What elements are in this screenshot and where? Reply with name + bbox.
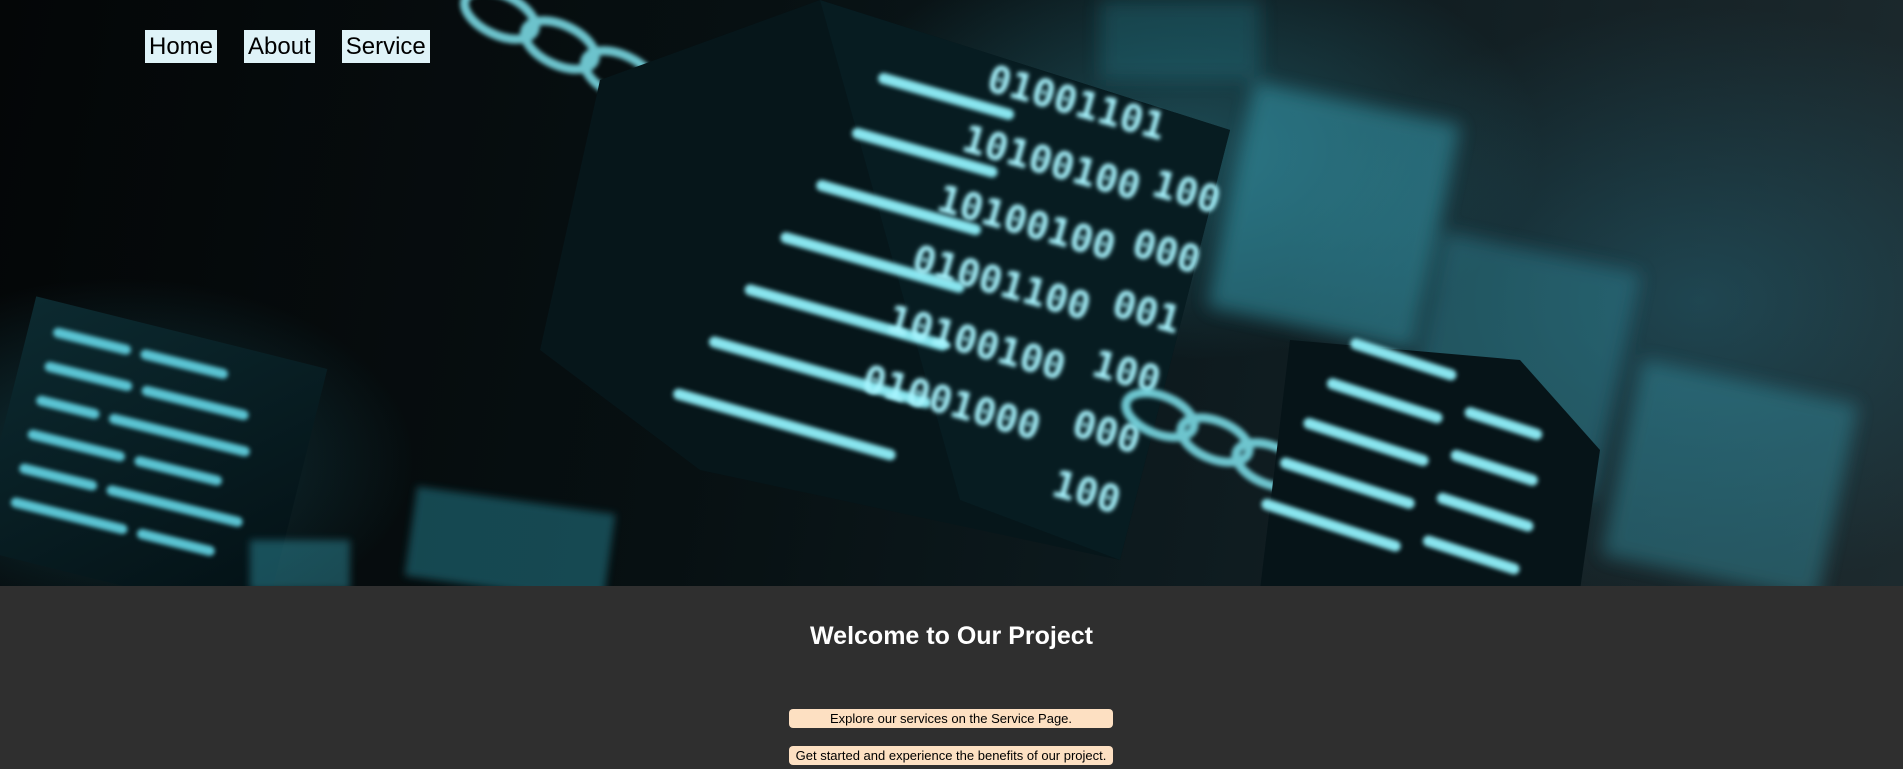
- page-title: Welcome to Our Project: [810, 622, 1093, 650]
- info-line-services: Explore our services on the Service Page…: [789, 709, 1113, 728]
- nav-service-link[interactable]: Service: [341, 30, 430, 63]
- blockchain-illustration: 01001101 10100100 10100100 01001100 1010…: [0, 0, 1859, 586]
- info-line-get-started: Get started and experience the benefits …: [789, 746, 1113, 765]
- top-nav: Home About Service: [145, 30, 430, 63]
- nav-home-link[interactable]: Home: [145, 30, 218, 63]
- cube-center: 01001101 10100100 10100100 01001100 1010…: [540, 0, 1230, 560]
- hero-image: 01001101 10100100 10100100 01001100 1010…: [0, 0, 1903, 586]
- page: 01001101 10100100 10100100 01001100 1010…: [0, 0, 1903, 769]
- nav-about-link[interactable]: About: [244, 30, 315, 63]
- welcome-section: Welcome to Our Project Explore our servi…: [0, 586, 1903, 769]
